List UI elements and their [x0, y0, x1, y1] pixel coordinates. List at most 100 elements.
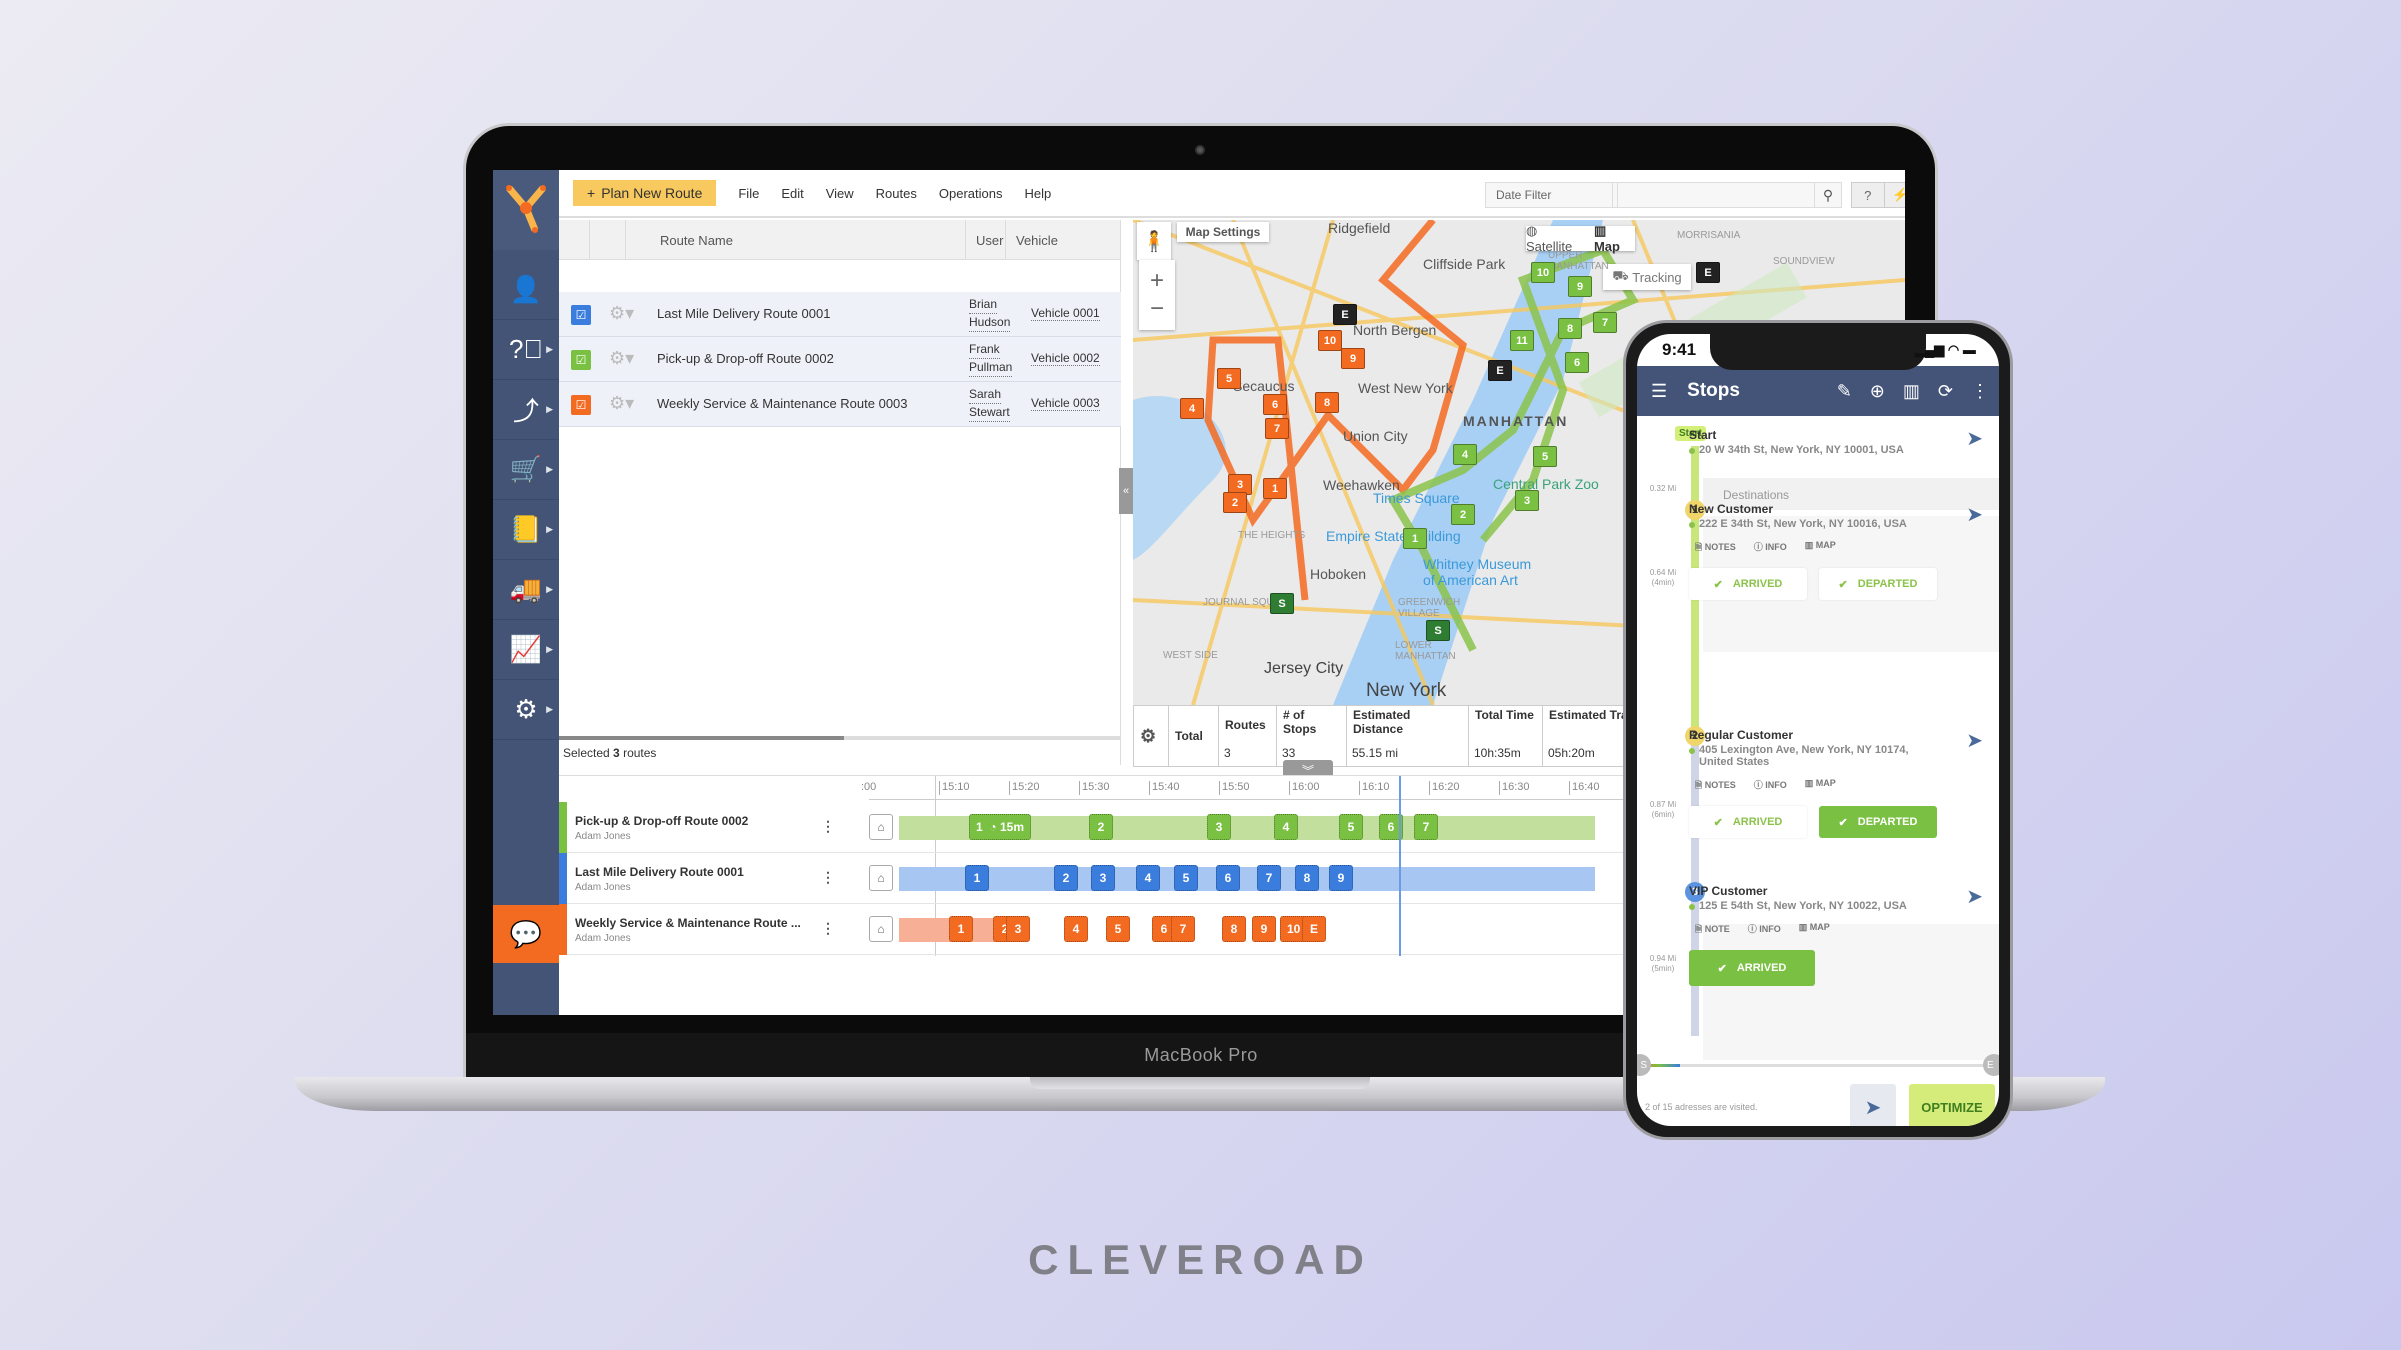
sidebar-item-add-user[interactable]: 👤	[493, 260, 559, 320]
route-checkbox[interactable]: ☑	[571, 305, 591, 325]
optimize-button[interactable]: OPTIMIZE	[1909, 1084, 1995, 1126]
departed-button[interactable]: ✔ DEPARTED	[1819, 806, 1937, 838]
map-pin[interactable]: 6	[1263, 394, 1287, 415]
navigate-icon[interactable]: ➤	[1966, 728, 1983, 753]
gear-icon[interactable]: ⚙▾	[609, 393, 634, 414]
gear-icon[interactable]: ⚙▾	[609, 348, 634, 369]
notes-button[interactable]: 🗎 NOTES	[1695, 540, 1736, 556]
sidebar-item-help[interactable]: ?⃝ ▶	[493, 320, 559, 380]
route-row[interactable]: ☑ ⚙▾ Last Mile Delivery Route 0001 Brian…	[559, 292, 1121, 337]
sidebar-item-analytics[interactable]: 📈 ▶	[493, 620, 559, 680]
sidebar-item-addresses[interactable]: 📒 ▶	[493, 500, 559, 560]
help-circle-icon[interactable]: ?	[1852, 183, 1884, 207]
menu-edit[interactable]: Edit	[781, 186, 803, 201]
route-user[interactable]: Brian Hudson	[969, 296, 1011, 332]
add-circle-icon[interactable]: ⊕	[1870, 381, 1885, 402]
note-button[interactable]: 🗎 NOTE	[1695, 922, 1730, 938]
notes-button[interactable]: 🗎 NOTES	[1695, 778, 1736, 794]
map-pin-end[interactable]: E	[1696, 262, 1720, 283]
more-vertical-icon[interactable]: ⋮	[821, 869, 835, 886]
menu-view[interactable]: View	[826, 186, 854, 201]
map-pin[interactable]: 8	[1558, 318, 1582, 339]
timeline-stop[interactable]: 4	[1064, 916, 1088, 942]
timeline-stop[interactable]: 1	[949, 916, 973, 942]
route-vehicle[interactable]: Vehicle 0003	[1031, 396, 1100, 411]
timeline-stop[interactable]: E	[1302, 916, 1326, 942]
col-route-name[interactable]: Route Name	[625, 220, 865, 260]
more-vertical-icon[interactable]: ⋮	[821, 818, 835, 835]
more-vertical-icon[interactable]: ⋮	[1971, 381, 1989, 402]
map-pin[interactable]: 7	[1265, 418, 1289, 439]
map-pin[interactable]: 10	[1531, 262, 1555, 283]
timeline-stop[interactable]: 9	[1252, 916, 1276, 942]
timeline-stop[interactable]: 5	[1339, 814, 1363, 840]
map-pin[interactable]: 1	[1403, 528, 1427, 549]
timeline-stop[interactable]: 4	[1274, 814, 1298, 840]
timeline-stop[interactable]: 3	[1006, 916, 1030, 942]
route-row[interactable]: ☑ ⚙▾ Weekly Service & Maintenance Route …	[559, 382, 1121, 427]
stop-card[interactable]: Regular Customer 405 Lexington Ave, New …	[1689, 728, 1989, 838]
search-input[interactable]: ⚲	[1617, 182, 1842, 208]
gear-icon[interactable]: ⚙▾	[609, 303, 634, 324]
route-user[interactable]: Sarah Stewart	[969, 386, 1010, 422]
zoom-in-button[interactable]: +	[1150, 267, 1164, 295]
info-button[interactable]: ⓘ INFO	[1754, 540, 1787, 556]
totals-settings-icon[interactable]: ⚙	[1134, 706, 1168, 766]
map-pin[interactable]: 4	[1453, 444, 1477, 465]
timeline-stop[interactable]: 7	[1414, 814, 1438, 840]
navigate-button[interactable]: ➤	[1850, 1084, 1896, 1126]
route-user[interactable]: Frank Pullman	[969, 341, 1013, 377]
timeline-stop[interactable]: 7	[1257, 865, 1281, 891]
col-vehicle[interactable]: Vehicle	[1005, 220, 1095, 260]
timeline-stop[interactable]: 4	[1136, 865, 1160, 891]
menu-operations[interactable]: Operations	[939, 186, 1003, 201]
map-pin[interactable]: 9	[1341, 348, 1365, 369]
menu-file[interactable]: File	[738, 186, 759, 201]
home-icon[interactable]: ⌂	[869, 916, 893, 942]
map-pin[interactable]: 2	[1451, 504, 1475, 525]
street-view-button[interactable]: 🧍	[1137, 222, 1171, 260]
map-pin[interactable]: 7	[1593, 312, 1617, 333]
timeline-stop[interactable]: 9	[1329, 865, 1353, 891]
map-pin[interactable]: 6	[1565, 352, 1589, 373]
map-pin[interactable]: 9	[1568, 276, 1592, 297]
timeline-stop[interactable]: 3	[1207, 814, 1231, 840]
timeline-stop[interactable]: 6	[1216, 865, 1240, 891]
map-pin[interactable]: 2	[1223, 492, 1247, 513]
map-pin[interactable]: 3	[1515, 490, 1539, 511]
map-pin-end[interactable]: E	[1333, 304, 1357, 325]
timeline-stop[interactable]: 8	[1295, 865, 1319, 891]
horizontal-scrollbar[interactable]	[559, 736, 1121, 740]
sidebar-item-team[interactable]: 🚚 ▶	[493, 560, 559, 620]
route-checkbox[interactable]: ☑	[571, 350, 591, 370]
plan-new-route-button[interactable]: + Plan New Route	[573, 180, 717, 206]
current-time-line[interactable]	[1399, 776, 1401, 956]
timeline-stop[interactable]: 5	[1174, 865, 1198, 891]
timeline-stop[interactable]: 5	[1106, 916, 1130, 942]
map-settings-button[interactable]: Map Settings	[1177, 222, 1269, 242]
home-icon[interactable]: ⌂	[869, 814, 893, 840]
map-icon[interactable]: ▥	[1903, 381, 1920, 402]
route-vehicle[interactable]: Vehicle 0002	[1031, 351, 1100, 366]
route-vehicle[interactable]: Vehicle 0001	[1031, 306, 1100, 321]
map-button[interactable]: ▥ MAP	[1805, 540, 1836, 556]
search-icon[interactable]: ⚲	[1814, 183, 1841, 207]
map-pin[interactable]: 1	[1263, 478, 1287, 499]
map-pin[interactable]: 5	[1217, 368, 1241, 389]
lightning-icon[interactable]: ⚡	[1883, 183, 1905, 207]
arrived-button[interactable]: ✔ ARRIVED	[1689, 568, 1807, 600]
timeline-stop[interactable]: 7	[1171, 916, 1195, 942]
zoom-out-button[interactable]: −	[1150, 295, 1164, 323]
map-pin[interactable]: 10	[1318, 330, 1342, 351]
map-pin[interactable]: 8	[1315, 392, 1339, 413]
timeline-stop[interactable]: 8	[1222, 916, 1246, 942]
hamburger-menu-icon[interactable]: ☰	[1651, 381, 1667, 402]
sidebar-item-settings[interactable]: ⚙ ▶	[493, 680, 559, 740]
route-row[interactable]: ☑ ⚙▾ Pick-up & Drop-off Route 0002 Frank…	[559, 337, 1121, 382]
map-pin[interactable]: 4	[1180, 398, 1204, 419]
stop-card[interactable]: New Customer 222 E 34th St, New York, NY…	[1689, 502, 1989, 600]
timeline-stop[interactable]: 1 ◔ 15m	[969, 814, 1031, 840]
menu-help[interactable]: Help	[1024, 186, 1051, 201]
info-button[interactable]: ⓘ INFO	[1754, 778, 1787, 794]
arrived-button[interactable]: ✔ ARRIVED	[1689, 950, 1815, 986]
